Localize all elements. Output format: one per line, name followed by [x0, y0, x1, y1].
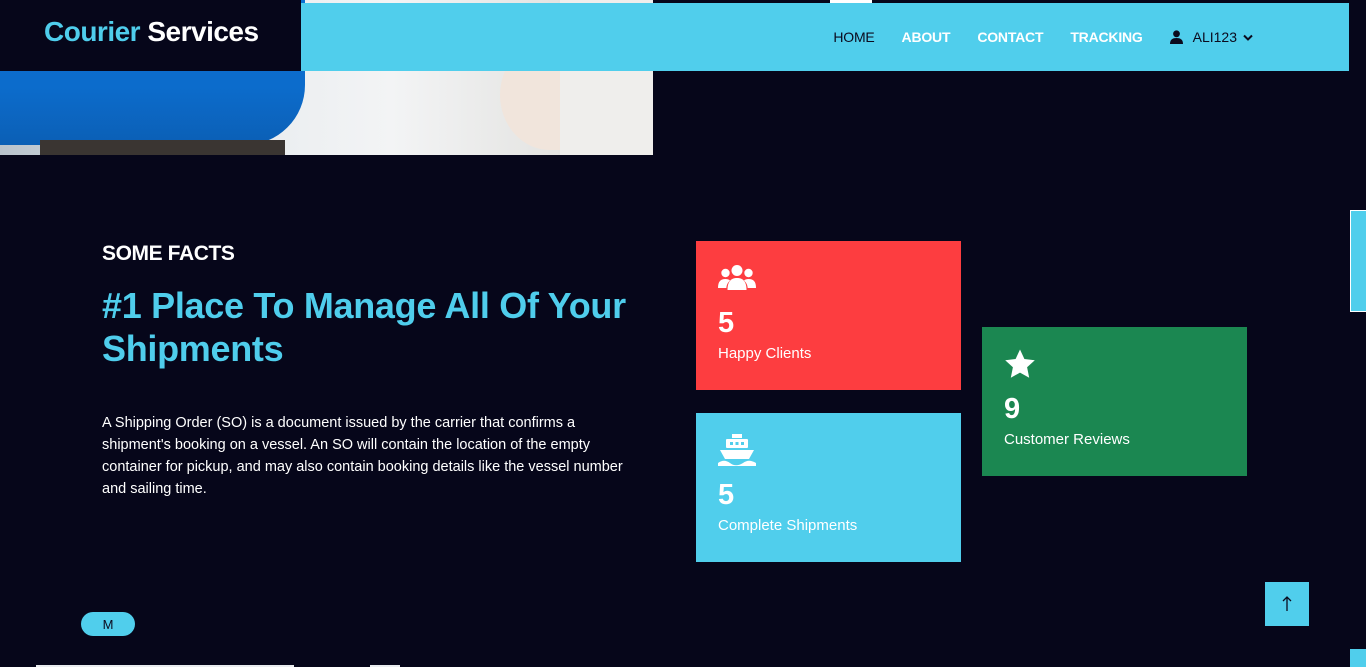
user-menu[interactable]: ALI123	[1169, 29, 1253, 45]
user-name: ALI123	[1192, 29, 1237, 45]
brand-container: Courier Services	[0, 0, 301, 71]
nav-active-indicator	[830, 0, 872, 3]
stat-label: Complete Shipments	[718, 517, 858, 534]
stat-label: Happy Clients	[718, 345, 812, 362]
side-scroll-tab[interactable]	[1350, 210, 1366, 312]
brand-name-part2: Services	[140, 16, 259, 47]
nav-menu: HOME ABOUT CONTACT TRACKING ALI123	[833, 3, 1253, 71]
arrow-up-icon	[1282, 596, 1292, 611]
navbar: HOME ABOUT CONTACT TRACKING ALI123	[301, 3, 1349, 71]
facts-heading: #1 Place To Manage All Of Your Shipments	[102, 285, 626, 369]
corner-tab	[1350, 649, 1366, 667]
stat-value: 9	[1004, 393, 1021, 425]
users-icon	[718, 265, 756, 290]
ship-icon	[718, 434, 756, 466]
stat-card-happy-clients: 5 Happy Clients	[696, 241, 961, 390]
floating-pill-button[interactable]: M	[81, 612, 135, 636]
stat-card-complete-shipments: 5 Complete Shipments	[696, 413, 961, 562]
facts-description: A Shipping Order (SO) is a document issu…	[102, 415, 623, 497]
nav-about[interactable]: ABOUT	[902, 29, 951, 45]
facts-eyebrow: SOME FACTS	[102, 242, 235, 265]
user-icon	[1169, 30, 1183, 44]
brand-logo-link[interactable]: Courier Services	[44, 16, 259, 48]
back-to-top-button[interactable]	[1265, 582, 1309, 626]
stat-value: 5	[718, 479, 735, 511]
brand-name-part1: Courier	[44, 16, 141, 47]
nav-contact[interactable]: CONTACT	[977, 29, 1043, 45]
page: Courier Services HOME ABOUT CONTACT TRAC…	[0, 0, 1366, 667]
nav-home[interactable]: HOME	[833, 29, 874, 45]
star-icon	[1005, 349, 1035, 378]
stat-card-customer-reviews: 9 Customer Reviews	[982, 327, 1247, 476]
chevron-down-icon	[1243, 34, 1253, 41]
stat-label: Customer Reviews	[1004, 431, 1130, 448]
nav-tracking[interactable]: TRACKING	[1070, 29, 1142, 45]
stat-value: 5	[718, 307, 735, 339]
